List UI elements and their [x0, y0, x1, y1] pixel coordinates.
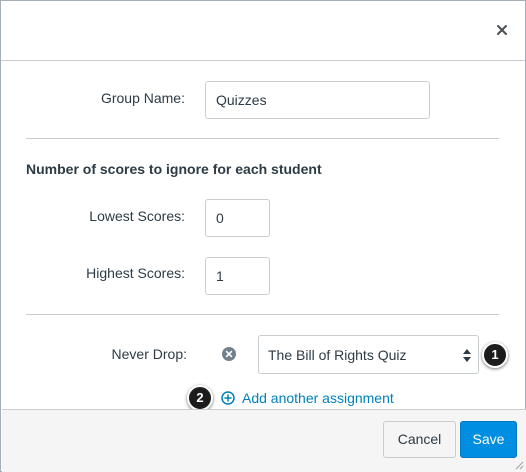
lowest-scores-label: Lowest Scores: [89, 208, 185, 224]
highest-scores-label: Highest Scores: [86, 265, 185, 281]
select-arrows-icon [463, 349, 471, 362]
remove-circle-icon [222, 347, 236, 361]
never-drop-label: Never Drop: [111, 346, 187, 362]
never-drop-assignment-select[interactable]: The Bill of Rights Quiz [258, 335, 479, 374]
highest-scores-input[interactable] [205, 257, 270, 295]
add-another-assignment-label: Add another assignment [242, 390, 394, 406]
scores-divider [26, 314, 499, 315]
callout-badge-2: 2 [187, 385, 213, 411]
close-icon [497, 25, 507, 35]
resize-grip-icon[interactable] [514, 460, 524, 470]
drop-scores-heading: Number of scores to ignore for each stud… [26, 161, 322, 177]
group-name-label: Group Name: [100, 90, 185, 106]
lowest-scores-input[interactable] [205, 199, 270, 237]
edit-assignment-group-dialog: Group Name: Number of scores to ignore f… [0, 0, 526, 472]
dialog-footer: Cancel Save [2, 409, 526, 472]
callout-badge-1: 1 [482, 342, 508, 368]
remove-assignment-button[interactable] [222, 347, 236, 361]
close-button[interactable] [491, 19, 513, 41]
plus-circle-icon [221, 391, 235, 405]
header-divider [1, 60, 525, 61]
group-divider [26, 138, 499, 139]
group-name-input[interactable] [205, 81, 430, 119]
add-another-assignment-link[interactable]: Add another assignment [221, 389, 394, 407]
save-button[interactable]: Save [460, 421, 517, 458]
selected-assignment: The Bill of Rights Quiz [268, 347, 407, 363]
cancel-button[interactable]: Cancel [383, 421, 456, 458]
